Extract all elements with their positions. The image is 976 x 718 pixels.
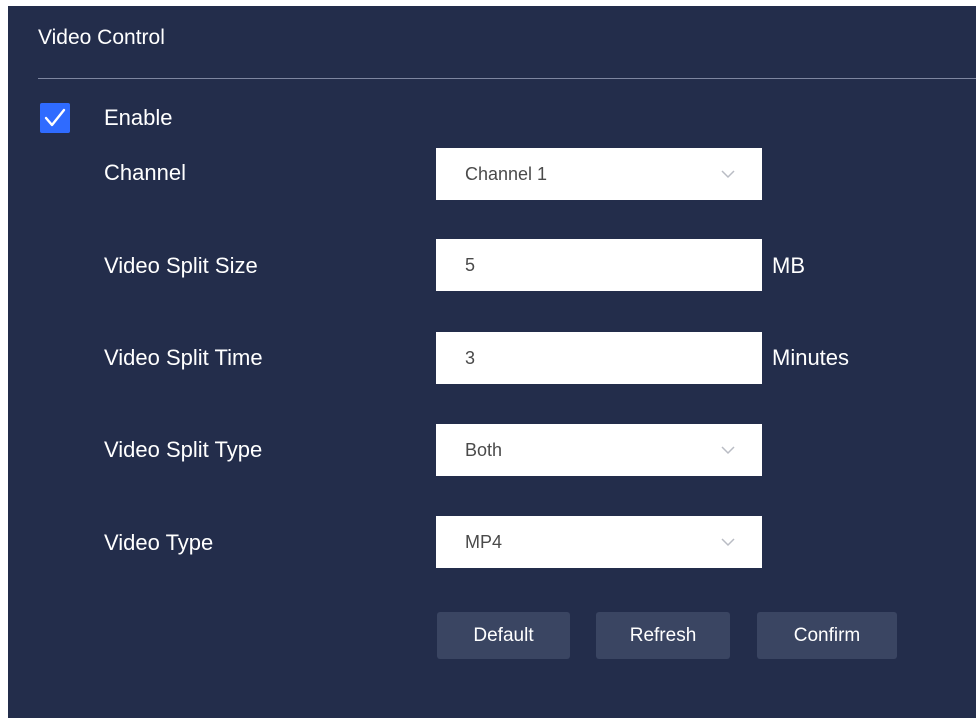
panel-title: Video Control: [38, 26, 165, 49]
split-time-value: 3: [465, 347, 476, 368]
split-type-select-value: Both: [465, 439, 503, 460]
check-icon: [44, 108, 66, 127]
split-time-label: Video Split Time: [104, 345, 263, 370]
split-size-input[interactable]: 5: [436, 239, 762, 291]
chevron-down-icon: [714, 537, 742, 547]
channel-select-value: Channel 1: [465, 163, 548, 184]
split-type-label: Video Split Type: [104, 437, 263, 462]
video-type-label: Video Type: [104, 530, 214, 555]
channel-label: Channel: [104, 160, 186, 185]
default-button[interactable]: Default: [437, 612, 570, 659]
split-time-unit: Minutes: [772, 345, 850, 370]
split-size-label: Video Split Size: [104, 253, 258, 278]
chevron-down-icon: [714, 169, 742, 179]
split-time-input[interactable]: 3: [436, 332, 762, 384]
refresh-button[interactable]: Refresh: [596, 612, 730, 659]
video-type-select-value: MP4: [465, 531, 503, 552]
chevron-down-icon: [714, 445, 742, 455]
confirm-button[interactable]: Confirm: [757, 612, 897, 659]
video-type-select[interactable]: MP4: [436, 516, 762, 568]
split-size-value: 5: [465, 254, 476, 275]
channel-select[interactable]: Channel 1: [436, 148, 762, 200]
split-size-unit: MB: [772, 253, 805, 278]
video-control-panel: Video Control Enable Channel Channel 1 V…: [8, 6, 976, 718]
split-type-select[interactable]: Both: [436, 424, 762, 476]
enable-label: Enable: [104, 105, 173, 130]
title-divider: [38, 78, 976, 79]
enable-checkbox[interactable]: [40, 103, 70, 133]
